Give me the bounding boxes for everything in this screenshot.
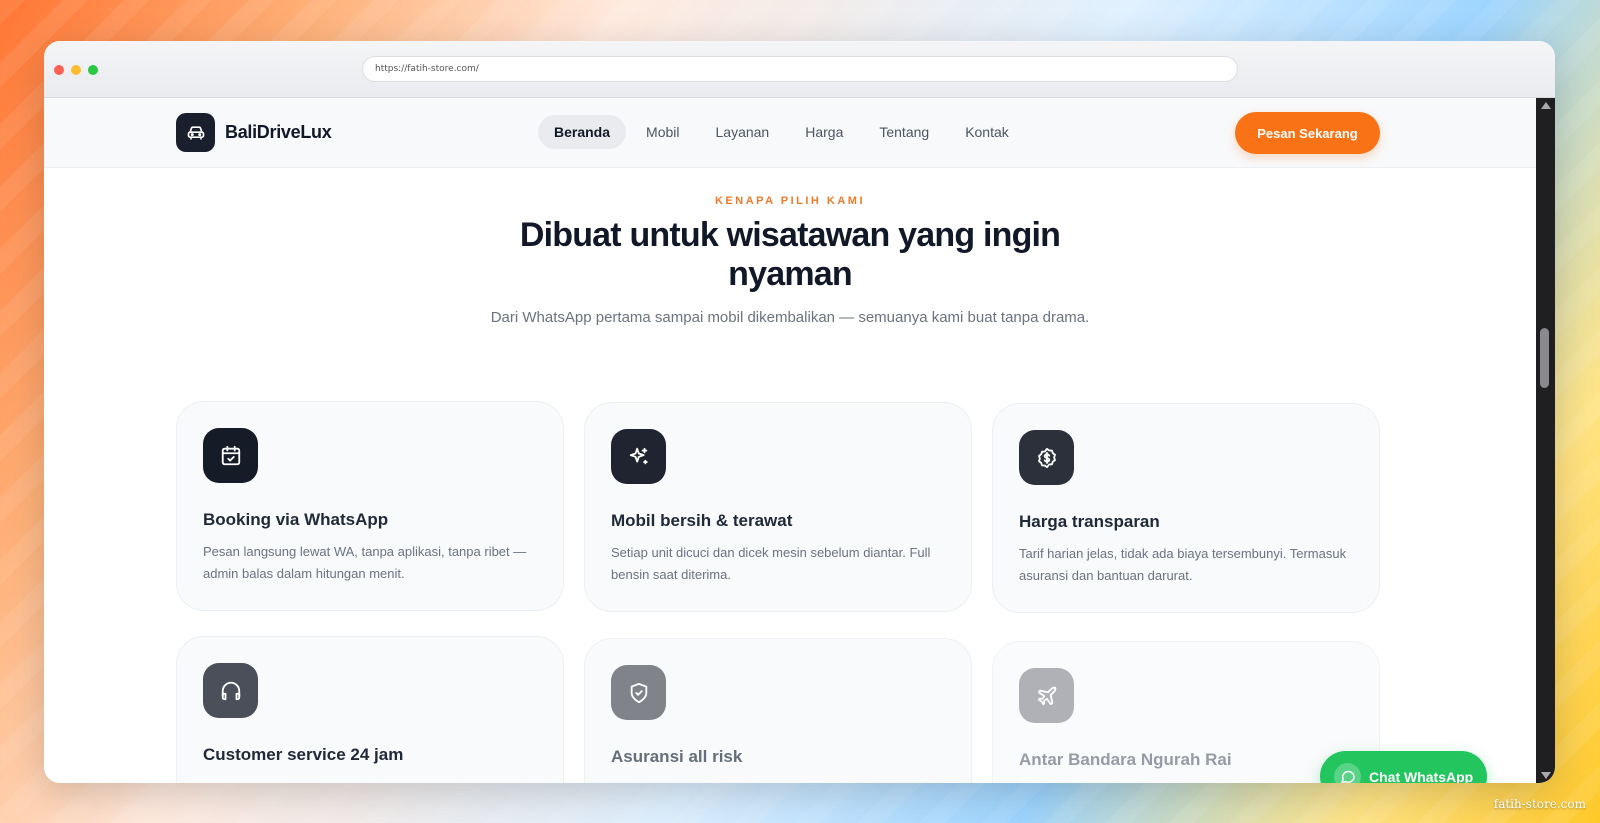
close-window-button[interactable] (54, 65, 64, 75)
calendar-check-icon (203, 428, 258, 483)
scroll-thumb[interactable] (1540, 328, 1549, 388)
page-viewport: BaliDriveLux Beranda Mobil Layanan Harga… (44, 98, 1536, 783)
feature-title: Customer service 24 jam (203, 745, 404, 764)
feature-description: Tarif harian jelas, tidak ada biaya ters… (1019, 546, 1347, 583)
nav-link-mobil[interactable]: Mobil (630, 115, 695, 149)
nav-link-layanan[interactable]: Layanan (700, 115, 786, 149)
car-icon (176, 113, 215, 152)
brand[interactable]: BaliDriveLux (176, 113, 332, 152)
whatsapp-icon (1334, 763, 1361, 783)
scroll-up-arrow-icon[interactable] (1541, 102, 1551, 109)
sparkles-icon (611, 429, 666, 484)
browser-window: https://fatih-store.com/ BaliDriveLux Be… (44, 41, 1555, 783)
feature-card-airport: Antar Bandara Ngurah Rai (992, 641, 1380, 783)
section-heading: Dibuat untuk wisatawan yang ingin nyaman (519, 216, 1061, 293)
feature-card-booking: Booking via WhatsApp Pesan langsung lewa… (176, 401, 564, 611)
chat-whatsapp-label: Chat WhatsApp (1369, 768, 1474, 784)
window-controls (54, 65, 98, 75)
section-subtitle: Dari WhatsApp pertama sampai mobil dikem… (490, 309, 1090, 326)
plane-icon (1019, 668, 1074, 723)
order-now-button[interactable]: Pesan Sekarang (1235, 112, 1380, 154)
scroll-down-arrow-icon[interactable] (1541, 772, 1551, 779)
feature-title: Harga transparan (1019, 512, 1160, 531)
feature-card-clean-car: Mobil bersih & terawat Setiap unit dicuc… (584, 402, 972, 612)
minimize-window-button[interactable] (71, 65, 81, 75)
section-eyebrow: KENAPA PILIH KAMI (714, 195, 866, 207)
feature-title: Asuransi all risk (611, 747, 743, 766)
nav-link-tentang[interactable]: Tentang (863, 115, 945, 149)
browser-chrome: https://fatih-store.com/ (44, 41, 1555, 98)
feature-title: Mobil bersih & terawat (611, 511, 793, 530)
shield-check-icon (611, 665, 666, 720)
scrollbar[interactable] (1536, 98, 1555, 783)
nav-link-beranda[interactable]: Beranda (538, 115, 627, 149)
maximize-window-button[interactable] (88, 65, 98, 75)
nav-link-kontak[interactable]: Kontak (949, 115, 1025, 149)
main-nav: Beranda Mobil Layanan Harga Tentang Kont… (538, 115, 1025, 149)
brand-name: BaliDriveLux (225, 122, 332, 142)
feature-description: Setiap unit dicuci dan dicek mesin sebel… (611, 545, 931, 582)
address-bar[interactable]: https://fatih-store.com/ (362, 56, 1238, 82)
feature-card-transparent-price: Harga transparan Tarif harian jelas, tid… (992, 403, 1380, 613)
feature-card-insurance: Asuransi all risk (584, 638, 972, 783)
feature-title: Booking via WhatsApp (203, 510, 389, 529)
headphones-icon (203, 663, 258, 718)
nav-link-harga[interactable]: Harga (789, 115, 859, 149)
chat-whatsapp-button[interactable]: Chat WhatsApp (1320, 751, 1487, 783)
feature-description: Pesan langsung lewat WA, tanpa aplikasi,… (203, 544, 527, 581)
feature-card-customer-service: Customer service 24 jam (176, 636, 564, 783)
watermark: fatih-store.com (1493, 797, 1586, 811)
dollar-badge-icon (1019, 430, 1074, 485)
feature-title: Antar Bandara Ngurah Rai (1019, 750, 1232, 769)
site-header: BaliDriveLux Beranda Mobil Layanan Harga… (44, 98, 1536, 168)
